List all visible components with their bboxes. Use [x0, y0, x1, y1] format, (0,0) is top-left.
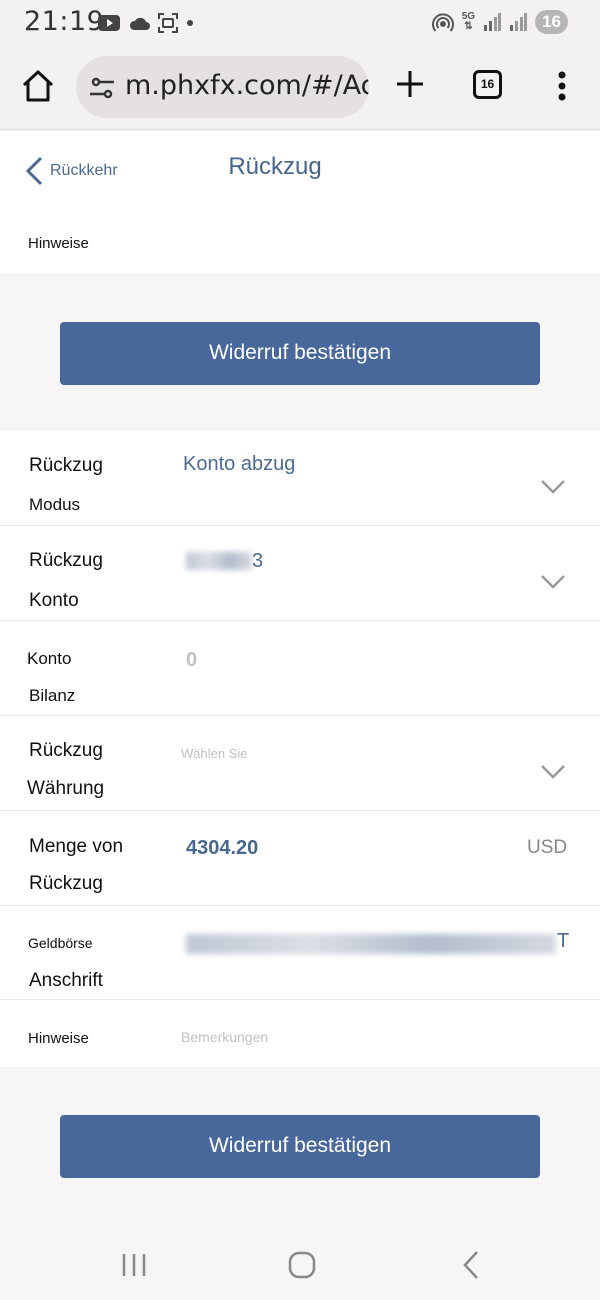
home-button-icon[interactable]	[288, 1251, 316, 1279]
row-withdrawal-amount[interactable]: Menge von Rückzug 4304.20 USD	[0, 811, 600, 906]
withdrawal-form: Rückzug Modus Konto abzug Rückzug Konto …	[0, 431, 600, 1067]
home-icon[interactable]	[18, 66, 58, 106]
chevron-down-icon[interactable]	[540, 479, 566, 495]
wallet-address-end: T	[557, 930, 570, 952]
youtube-icon	[98, 15, 120, 31]
balance-value: 0	[186, 649, 198, 671]
balance-label-line1: Konto	[27, 649, 72, 668]
wallet-address-redacted[interactable]	[186, 934, 556, 954]
account-label-line2: Konto	[29, 590, 79, 611]
cloud-icon	[129, 17, 150, 30]
confirm-withdrawal-button-bottom[interactable]: Widerruf bestätigen	[60, 1115, 540, 1178]
recent-apps-icon[interactable]	[120, 1252, 148, 1278]
chevron-down-icon[interactable]	[540, 574, 566, 590]
notes-input[interactable]: Bemerkungen	[181, 1029, 268, 1045]
account-value-end: 3	[252, 550, 264, 572]
mode-label-line2: Modus	[29, 495, 81, 514]
tab-switcher-button[interactable]: 16	[473, 70, 502, 99]
network-type: 5G ⇅	[461, 11, 476, 32]
back-icon[interactable]	[462, 1250, 480, 1280]
signal-icon-2	[510, 13, 528, 31]
confirm-withdrawal-button-top[interactable]: Widerruf bestätigen	[60, 322, 540, 385]
row-wallet-address[interactable]: Geldbörse Anschrift T	[0, 906, 600, 1000]
site-settings-icon[interactable]	[88, 74, 116, 102]
page-header: Rückkehr Rückzug Hinweise	[0, 131, 600, 275]
wallet-label-line2: Anschrift	[29, 970, 103, 991]
more-menu-icon[interactable]	[556, 70, 568, 102]
balance-label-line2: Bilanz	[29, 686, 76, 705]
currency-label-line1: Rückzug	[29, 740, 103, 761]
url-text[interactable]: m.phxfx.com/#/Ac	[125, 70, 369, 101]
system-nav-bar	[0, 1228, 600, 1300]
dot-icon	[187, 20, 193, 26]
hotspot-icon	[431, 13, 454, 32]
address-bar[interactable]: m.phxfx.com/#/Ac	[76, 56, 369, 118]
amount-input[interactable]: 4304.20	[186, 837, 258, 860]
row-account-balance: Konto Bilanz 0	[0, 621, 600, 716]
browser-toolbar: m.phxfx.com/#/Ac 16	[0, 46, 600, 130]
currency-select[interactable]: Wählen Sie	[181, 746, 247, 761]
mode-value[interactable]: Konto abzug	[183, 453, 295, 476]
notification-icons	[98, 12, 194, 34]
chevron-down-icon[interactable]	[540, 764, 566, 780]
status-time: 21:19	[24, 6, 105, 37]
wallet-label-line1: Geldbörse	[28, 935, 93, 951]
amount-label-line2: Rückzug	[29, 873, 103, 894]
battery-level: 16	[535, 10, 568, 34]
page-title: Rückzug	[228, 153, 322, 180]
signal-icon-1	[484, 13, 502, 31]
system-icons: 5G ⇅ 16	[431, 10, 568, 34]
amount-unit: USD	[527, 837, 568, 858]
status-bar: 21:19 5G ⇅ 16	[0, 0, 600, 46]
notes-label: Hinweise	[28, 1030, 89, 1047]
screenshot-icon	[158, 13, 178, 33]
network-label: 5G	[461, 11, 476, 22]
row-withdrawal-currency[interactable]: Rückzug Währung Wählen Sie	[0, 716, 600, 811]
account-value-redacted	[186, 552, 252, 570]
row-withdrawal-mode[interactable]: Rückzug Modus Konto abzug	[0, 431, 600, 526]
row-notes[interactable]: Hinweise Bemerkungen	[0, 1000, 600, 1067]
amount-label-line1: Menge von	[29, 836, 124, 857]
row-withdrawal-account[interactable]: Rückzug Konto 3	[0, 526, 600, 621]
currency-label-line2: Währung	[27, 778, 105, 799]
new-tab-icon[interactable]	[394, 68, 426, 100]
hint-label: Hinweise	[28, 235, 89, 252]
mode-label-line1: Rückzug	[29, 455, 103, 476]
account-label-line1: Rückzug	[29, 550, 103, 571]
